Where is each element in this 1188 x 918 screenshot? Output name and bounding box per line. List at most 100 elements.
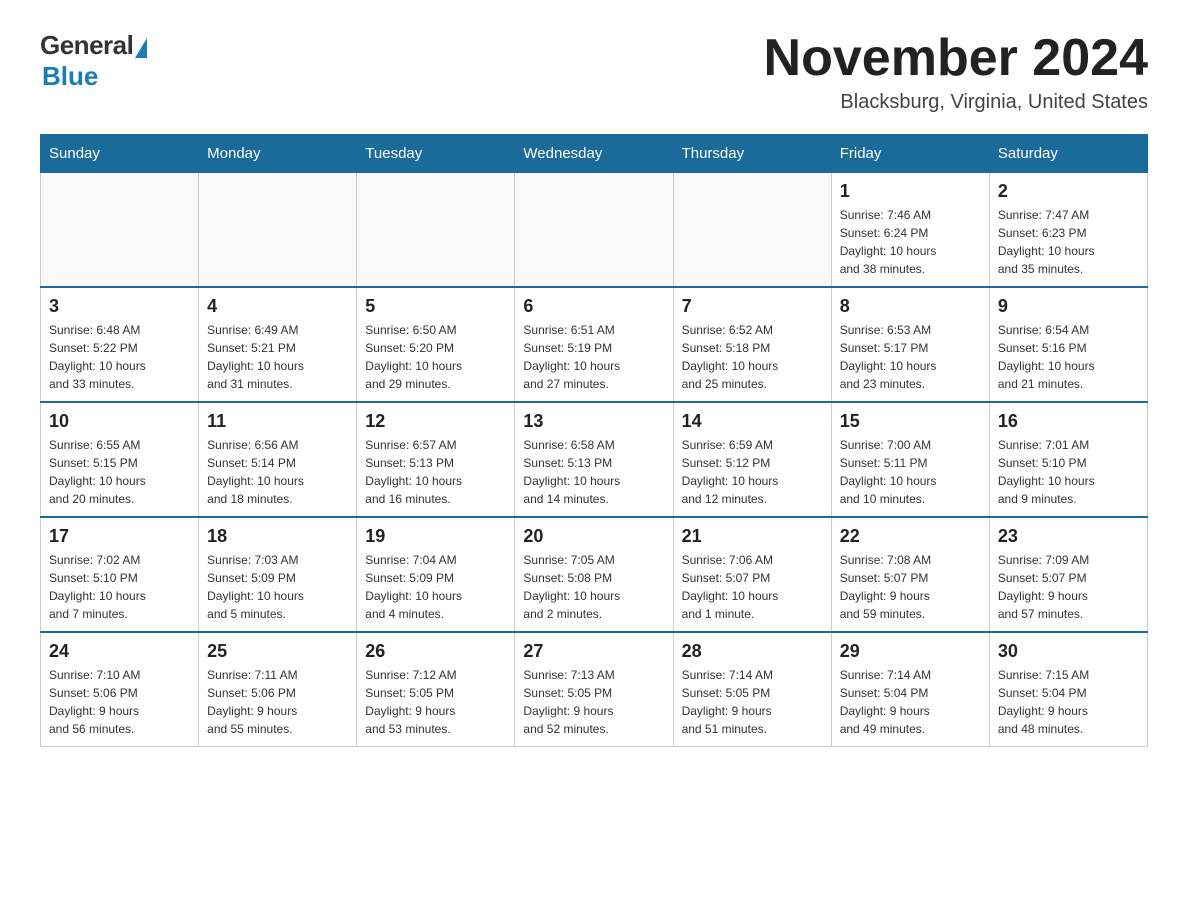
day-number: 22 (840, 526, 981, 547)
table-row: 13 Sunrise: 6:58 AM Sunset: 5:13 PM Dayli… (515, 402, 673, 517)
table-row: 25 Sunrise: 7:11 AM Sunset: 5:06 PM Dayli… (199, 632, 357, 747)
day-number: 29 (840, 641, 981, 662)
day-info: Sunrise: 6:57 AM Sunset: 5:13 PM Dayligh… (365, 436, 506, 508)
table-row: 20Sunrise: 7:05 AM Sunset: 5:08 PM Dayli… (515, 517, 673, 632)
day-info: Sunrise: 7:02 AM Sunset: 5:10 PM Dayligh… (49, 551, 190, 623)
table-row: 19 Sunrise: 7:04 AM Sunset: 5:09 PM Dayli… (357, 517, 515, 632)
day-info: Sunrise: 6:52 AM Sunset: 5:18 PM Dayligh… (682, 321, 823, 393)
day-number: 14 (682, 411, 823, 432)
day-info: Sunrise: 7:03 AM Sunset: 5:09 PM Dayligh… (207, 551, 348, 623)
day-number: 19 (365, 526, 506, 547)
day-number: 16 (998, 411, 1139, 432)
calendar-row: 1 Sunrise: 7:46 AM Sunset: 6:24 PM Daylig… (41, 173, 1148, 288)
day-info: Sunrise: 6:54 AM Sunset: 5:16 PM Dayligh… (998, 321, 1139, 393)
table-row: 27 Sunrise: 7:13 AM Sunset: 5:05 PM Dayli… (515, 632, 673, 747)
day-info: Sunrise: 6:59 AM Sunset: 5:12 PM Dayligh… (682, 436, 823, 508)
day-info: Sunrise: 7:06 AM Sunset: 5:07 PM Dayligh… (682, 551, 823, 623)
day-info: Sunrise: 7:11 AM Sunset: 5:06 PM Dayligh… (207, 666, 348, 738)
table-row: 2 Sunrise: 7:47 AM Sunset: 6:23 PM Daylig… (989, 173, 1147, 288)
day-number: 3 (49, 296, 190, 317)
day-info: Sunrise: 7:00 AM Sunset: 5:11 PM Dayligh… (840, 436, 981, 508)
header-friday: Friday (831, 135, 989, 173)
day-number: 26 (365, 641, 506, 662)
day-number: 11 (207, 411, 348, 432)
calendar-row: 3 Sunrise: 6:48 AM Sunset: 5:22 PM Daylig… (41, 287, 1148, 402)
day-info: Sunrise: 6:49 AM Sunset: 5:21 PM Dayligh… (207, 321, 348, 393)
table-row: 1 Sunrise: 7:46 AM Sunset: 6:24 PM Daylig… (831, 173, 989, 288)
day-info: Sunrise: 6:53 AM Sunset: 5:17 PM Dayligh… (840, 321, 981, 393)
day-number: 18 (207, 526, 348, 547)
day-info: Sunrise: 7:47 AM Sunset: 6:23 PM Dayligh… (998, 206, 1139, 278)
day-number: 28 (682, 641, 823, 662)
day-info: Sunrise: 6:55 AM Sunset: 5:15 PM Dayligh… (49, 436, 190, 508)
table-row: 10 Sunrise: 6:55 AM Sunset: 5:15 PM Dayli… (41, 402, 199, 517)
day-number: 17 (49, 526, 190, 547)
table-row: 26 Sunrise: 7:12 AM Sunset: 5:05 PM Dayli… (357, 632, 515, 747)
table-row: 6Sunrise: 6:51 AM Sunset: 5:19 PM Daylig… (515, 287, 673, 402)
header-sunday: Sunday (41, 135, 199, 173)
day-info: Sunrise: 7:04 AM Sunset: 5:09 PM Dayligh… (365, 551, 506, 623)
day-info: Sunrise: 6:56 AM Sunset: 5:14 PM Dayligh… (207, 436, 348, 508)
header-wednesday: Wednesday (515, 135, 673, 173)
table-row: 4Sunrise: 6:49 AM Sunset: 5:21 PM Daylig… (199, 287, 357, 402)
table-row: 30 Sunrise: 7:15 AM Sunset: 5:04 PM Dayli… (989, 632, 1147, 747)
day-info: Sunrise: 7:15 AM Sunset: 5:04 PM Dayligh… (998, 666, 1139, 738)
table-row: 15 Sunrise: 7:00 AM Sunset: 5:11 PM Dayli… (831, 402, 989, 517)
table-row (515, 173, 673, 288)
day-number: 10 (49, 411, 190, 432)
calendar-header: Sunday Monday Tuesday Wednesday Thursday… (41, 135, 1148, 173)
day-info: Sunrise: 6:51 AM Sunset: 5:19 PM Dayligh… (523, 321, 664, 393)
header-thursday: Thursday (673, 135, 831, 173)
table-row: 23Sunrise: 7:09 AM Sunset: 5:07 PM Dayli… (989, 517, 1147, 632)
calendar-table: Sunday Monday Tuesday Wednesday Thursday… (40, 134, 1148, 747)
day-number: 1 (840, 181, 981, 202)
header: General Blue November 2024 Blacksburg, V… (40, 30, 1148, 114)
table-row (357, 173, 515, 288)
table-row: 29Sunrise: 7:14 AM Sunset: 5:04 PM Dayli… (831, 632, 989, 747)
table-row (673, 173, 831, 288)
day-number: 25 (207, 641, 348, 662)
table-row (199, 173, 357, 288)
table-row: 28Sunrise: 7:14 AM Sunset: 5:05 PM Dayli… (673, 632, 831, 747)
day-number: 5 (365, 296, 506, 317)
day-info: Sunrise: 7:09 AM Sunset: 5:07 PM Dayligh… (998, 551, 1139, 623)
table-row: 22Sunrise: 7:08 AM Sunset: 5:07 PM Dayli… (831, 517, 989, 632)
day-info: Sunrise: 6:50 AM Sunset: 5:20 PM Dayligh… (365, 321, 506, 393)
logo: General Blue (40, 30, 147, 92)
table-row (41, 173, 199, 288)
table-row: 8Sunrise: 6:53 AM Sunset: 5:17 PM Daylig… (831, 287, 989, 402)
logo-triangle-icon (135, 38, 147, 58)
day-number: 27 (523, 641, 664, 662)
day-info: Sunrise: 7:13 AM Sunset: 5:05 PM Dayligh… (523, 666, 664, 738)
day-number: 13 (523, 411, 664, 432)
table-row: 16 Sunrise: 7:01 AM Sunset: 5:10 PM Dayli… (989, 402, 1147, 517)
header-tuesday: Tuesday (357, 135, 515, 173)
day-number: 24 (49, 641, 190, 662)
day-info: Sunrise: 7:01 AM Sunset: 5:10 PM Dayligh… (998, 436, 1139, 508)
table-row: 7 Sunrise: 6:52 AM Sunset: 5:18 PM Daylig… (673, 287, 831, 402)
day-number: 12 (365, 411, 506, 432)
day-number: 15 (840, 411, 981, 432)
table-row: 9 Sunrise: 6:54 AM Sunset: 5:16 PM Daylig… (989, 287, 1147, 402)
calendar-row: 10 Sunrise: 6:55 AM Sunset: 5:15 PM Dayli… (41, 402, 1148, 517)
day-info: Sunrise: 7:10 AM Sunset: 5:06 PM Dayligh… (49, 666, 190, 738)
header-monday: Monday (199, 135, 357, 173)
logo-blue-text: Blue (42, 61, 98, 92)
day-number: 7 (682, 296, 823, 317)
day-number: 9 (998, 296, 1139, 317)
table-row: 14 Sunrise: 6:59 AM Sunset: 5:12 PM Dayli… (673, 402, 831, 517)
day-number: 2 (998, 181, 1139, 202)
table-row: 21Sunrise: 7:06 AM Sunset: 5:07 PM Dayli… (673, 517, 831, 632)
day-info: Sunrise: 7:46 AM Sunset: 6:24 PM Dayligh… (840, 206, 981, 278)
day-number: 30 (998, 641, 1139, 662)
calendar-row: 17 Sunrise: 7:02 AM Sunset: 5:10 PM Dayli… (41, 517, 1148, 632)
day-info: Sunrise: 6:58 AM Sunset: 5:13 PM Dayligh… (523, 436, 664, 508)
location-subtitle: Blacksburg, Virginia, United States (764, 91, 1148, 114)
table-row: 11 Sunrise: 6:56 AM Sunset: 5:14 PM Dayli… (199, 402, 357, 517)
title-area: November 2024 Blacksburg, Virginia, Unit… (764, 30, 1148, 114)
table-row: 18 Sunrise: 7:03 AM Sunset: 5:09 PM Dayli… (199, 517, 357, 632)
header-saturday: Saturday (989, 135, 1147, 173)
month-title: November 2024 (764, 30, 1148, 87)
day-info: Sunrise: 7:12 AM Sunset: 5:05 PM Dayligh… (365, 666, 506, 738)
day-info: Sunrise: 6:48 AM Sunset: 5:22 PM Dayligh… (49, 321, 190, 393)
